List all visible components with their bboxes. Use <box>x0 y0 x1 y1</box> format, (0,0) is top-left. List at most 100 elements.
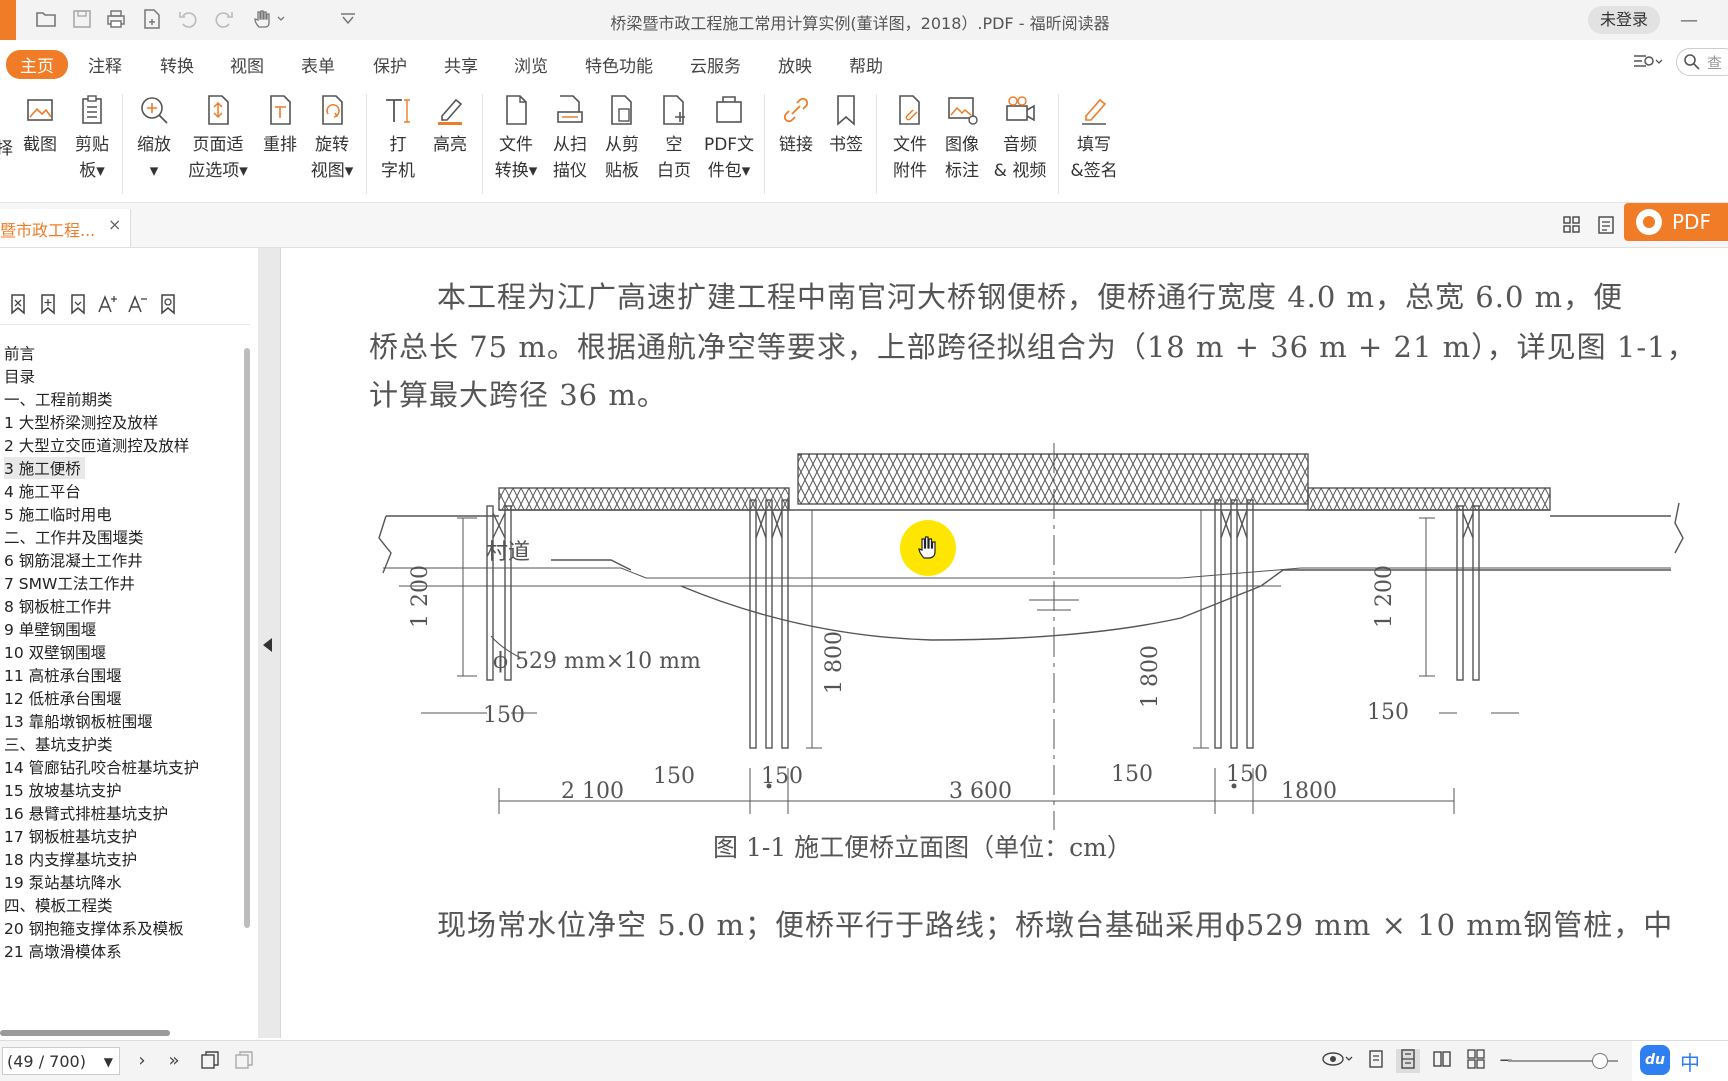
screenshot-button[interactable]: 截图 <box>20 92 60 158</box>
audio-video-button[interactable]: 音频 & 视频 <box>990 92 1050 184</box>
customize-toolbar-icon[interactable] <box>336 8 360 32</box>
toc-item[interactable]: 10 双壁钢围堰 <box>4 641 106 663</box>
rotate-view-button[interactable]: 旋转 视图▾ <box>310 92 354 184</box>
sidebar-collapse-strip[interactable] <box>258 248 281 1038</box>
tab-features[interactable]: 特色功能 <box>585 52 653 77</box>
read-mode-icon[interactable] <box>1320 1049 1356 1073</box>
toc-item[interactable]: 1 大型桥梁测控及放样 <box>4 411 158 433</box>
tab-view[interactable]: 视图 <box>230 52 264 77</box>
toc-item[interactable]: 二、工作井及围堰类 <box>4 526 144 548</box>
continuous-page-icon[interactable] <box>1396 1049 1420 1073</box>
from-scanner-button[interactable]: 从扫 描仪 <box>548 92 592 184</box>
sidebar-scrollbar[interactable] <box>244 348 250 928</box>
page-fit-button[interactable]: 页面适 应选项▾ <box>186 92 250 184</box>
reflow-button[interactable]: 重排 <box>260 92 300 158</box>
page-copy-icon[interactable] <box>198 1049 222 1073</box>
document-tab[interactable]: 暨市政工程... × <box>0 209 131 247</box>
toc-item[interactable]: 前言 <box>4 342 35 364</box>
bookmark-button[interactable]: 书签 <box>826 92 866 158</box>
select-button-partial[interactable]: 择 <box>0 136 13 162</box>
pdf-promo-button[interactable]: PDF <box>1624 203 1728 241</box>
delete-bookmark-icon[interactable] <box>6 292 30 316</box>
tab-browse[interactable]: 浏览 <box>514 52 548 77</box>
open-folder-icon[interactable] <box>34 8 58 32</box>
input-method-indicator[interactable]: du 中 <box>1632 1041 1728 1081</box>
bookmark-child-icon[interactable] <box>66 292 90 316</box>
toc-item[interactable]: 15 放坡基坑支护 <box>4 779 122 801</box>
tab-annotate[interactable]: 注释 <box>88 52 122 77</box>
toc-item[interactable]: 21 高墩滑模体系 <box>4 940 122 962</box>
toc-item[interactable]: 一、工程前期类 <box>4 388 113 410</box>
tab-home[interactable]: 主页 <box>6 50 68 79</box>
new-document-icon[interactable] <box>140 8 164 32</box>
toc-item[interactable]: 13 靠船墩钢板桩围堰 <box>4 710 153 732</box>
document-list-icon[interactable] <box>1594 215 1618 239</box>
print-icon[interactable] <box>104 8 128 32</box>
toc-item[interactable]: 目录 <box>4 365 35 387</box>
document-page-view[interactable]: 本工程为江广高速扩建工程中南官河大桥钢便桥，便桥通行宽度 4.0 m，总宽 6.… <box>281 248 1728 1038</box>
toc-item[interactable]: 3 施工便桥 <box>4 457 85 479</box>
two-page-continuous-icon[interactable] <box>1464 1049 1488 1073</box>
last-page-icon[interactable]: » <box>162 1049 186 1073</box>
tab-form[interactable]: 表单 <box>301 52 335 77</box>
toc-item[interactable]: 2 大型立交匝道测控及放样 <box>4 434 189 456</box>
toc-item[interactable]: 19 泵站基坑降水 <box>4 871 122 893</box>
search-input[interactable]: 查 <box>1676 48 1728 76</box>
grid-view-icon[interactable] <box>1560 215 1584 239</box>
collapse-arrow-icon[interactable] <box>263 638 272 652</box>
tab-share[interactable]: 共享 <box>444 52 478 77</box>
toc-item[interactable]: 14 管廊钻孔咬合桩基坑支护 <box>4 756 199 778</box>
toc-item[interactable]: 三、基坑支护类 <box>4 733 113 755</box>
two-page-icon[interactable] <box>1430 1049 1454 1073</box>
undo-icon[interactable] <box>176 8 200 32</box>
toc-item[interactable]: 4 施工平台 <box>4 480 81 502</box>
tab-protect[interactable]: 保护 <box>373 52 407 77</box>
from-clipboard-button[interactable]: 从剪 贴板 <box>600 92 644 184</box>
fill-sign-button[interactable]: 填写 &签名 <box>1068 92 1120 184</box>
toc-item[interactable]: 7 SMW工法工作井 <box>4 572 135 594</box>
ime-language[interactable]: 中 <box>1680 1047 1700 1076</box>
tab-cloud[interactable]: 云服务 <box>690 52 741 77</box>
single-page-icon[interactable] <box>1364 1049 1388 1073</box>
search-options-icon[interactable] <box>1632 52 1664 76</box>
image-annotation-button[interactable]: 图像 标注 <box>940 92 984 184</box>
toc-item[interactable]: 20 钢抱箍支撑体系及模板 <box>4 917 184 939</box>
sidebar-horizontal-scrollbar[interactable] <box>0 1030 170 1036</box>
zoom-button[interactable]: 缩放 ▾ <box>134 92 174 184</box>
login-button[interactable]: 未登录 <box>1588 6 1660 34</box>
minimize-button[interactable]: — <box>1680 10 1704 31</box>
next-page-icon[interactable]: › <box>130 1049 154 1073</box>
zoom-slider-handle[interactable] <box>1592 1053 1608 1069</box>
link-button[interactable]: 链接 <box>776 92 816 158</box>
toc-item[interactable]: 9 单壁钢围堰 <box>4 618 96 640</box>
file-attachment-button[interactable]: 文件 附件 <box>888 92 932 184</box>
increase-font-icon[interactable] <box>96 292 120 316</box>
file-convert-button[interactable]: 文件 转换▾ <box>494 92 538 184</box>
pdf-portfolio-button[interactable]: PDF文 件包▾ <box>702 92 756 184</box>
page-extract-icon[interactable] <box>232 1049 256 1073</box>
toc-item[interactable]: 12 低桩承台围堰 <box>4 687 122 709</box>
toc-item[interactable]: 8 钢板桩工作井 <box>4 595 112 617</box>
toc-item[interactable]: 11 高桩承台围堰 <box>4 664 122 686</box>
toc-item[interactable]: 16 悬臂式排桩基坑支护 <box>4 802 168 824</box>
toc-item[interactable]: 6 钢筋混凝土工作井 <box>4 549 143 571</box>
tab-help[interactable]: 帮助 <box>849 52 883 77</box>
hand-tool-icon[interactable] <box>250 8 290 32</box>
page-indicator[interactable]: (49 / 700) ▼ <box>2 1047 120 1075</box>
tab-slideshow[interactable]: 放映 <box>778 52 812 77</box>
save-icon[interactable] <box>70 8 94 32</box>
decrease-font-icon[interactable] <box>126 292 150 316</box>
highlight-button[interactable]: 高亮 <box>430 92 470 158</box>
typewriter-button[interactable]: 打字机 <box>378 92 418 184</box>
redo-icon[interactable] <box>212 8 236 32</box>
add-bookmark-icon[interactable] <box>36 292 60 316</box>
tab-convert[interactable]: 转换 <box>160 52 194 77</box>
toc-item[interactable]: 17 钢板桩基坑支护 <box>4 825 137 847</box>
bookmark-search-icon[interactable] <box>156 292 180 316</box>
toc-item[interactable]: 18 内支撑基坑支护 <box>4 848 137 870</box>
blank-page-button[interactable]: 空白页 <box>652 92 696 184</box>
toc-item[interactable]: 四、模板工程类 <box>4 894 113 916</box>
toc-item[interactable]: 5 施工临时用电 <box>4 503 112 525</box>
clipboard-button[interactable]: 剪贴 板▾ <box>72 92 112 184</box>
close-tab-icon[interactable]: × <box>108 215 121 234</box>
